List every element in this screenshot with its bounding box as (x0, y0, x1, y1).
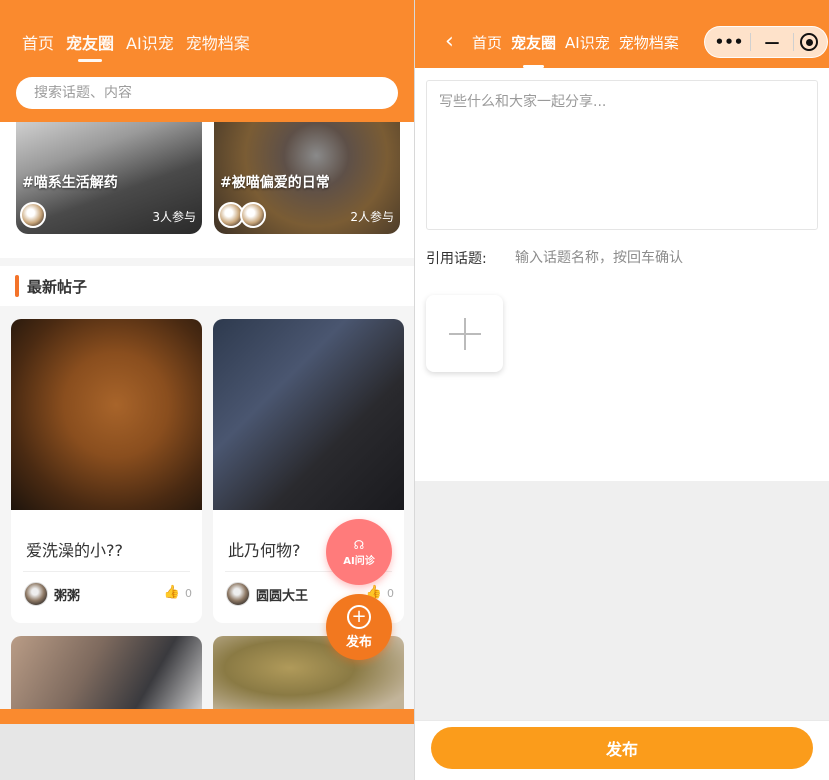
bottom-bar (0, 709, 414, 724)
back-icon[interactable]: ‹ (445, 30, 454, 54)
cite-topic-label: 引用话题: (426, 251, 487, 267)
publish-fab-label: 发布 (345, 634, 372, 650)
top-nav: 首页 宠友圈 AI识宠 宠物档案 (472, 32, 679, 68)
plus-icon (448, 317, 481, 350)
content-input[interactable] (439, 91, 805, 219)
capsule-divider (793, 33, 794, 51)
post-image (11, 319, 202, 510)
nav-ai-identify[interactable]: AI识宠 (565, 32, 610, 54)
empty-area (415, 481, 829, 721)
publish-fab[interactable]: + 发布 (326, 594, 392, 660)
plus-icon: + (347, 604, 371, 629)
search-bar[interactable] (16, 77, 398, 109)
nav-home[interactable]: 首页 (472, 32, 502, 54)
nav-pet-circle[interactable]: 宠友圈 (511, 32, 556, 68)
section-title: 最新帖子 (27, 277, 88, 296)
content-box (426, 80, 818, 230)
participant-count: 2人参与 (350, 210, 394, 224)
header: ‹ 首页 宠友圈 AI识宠 宠物档案 ••• — (415, 0, 829, 68)
author-name: 粥粥 (54, 589, 81, 604)
add-image-button[interactable] (426, 295, 503, 372)
nav-pet-records[interactable]: 宠物档案 (619, 32, 679, 54)
header: 首页 宠友圈 AI识宠 宠物档案 (0, 0, 414, 122)
topic-card[interactable]: #被喵偏爱的日常 2人参与 (214, 122, 400, 234)
bottom-bar: 发布 (415, 720, 829, 780)
section-header: 最新帖子 (0, 266, 414, 306)
publish-button[interactable]: 发布 (431, 727, 813, 769)
author-avatar (226, 582, 250, 606)
post-card[interactable] (11, 636, 202, 716)
participant-count: 3人参与 (152, 210, 196, 224)
search-input[interactable] (34, 85, 398, 101)
like-count: 0 (387, 587, 394, 600)
author-avatar (24, 582, 48, 606)
participant-avatars (218, 202, 266, 228)
capsule-divider (750, 33, 751, 51)
mini-program-capsule: ••• — (704, 26, 828, 58)
avatar (240, 202, 266, 228)
divider (23, 571, 190, 572)
nav-ai-identify[interactable]: AI识宠 (126, 32, 174, 56)
nav-pet-circle[interactable]: 宠友圈 (66, 32, 114, 62)
left-screen: 首页 宠友圈 AI识宠 宠物档案 #喵系生活解药 3人参与 #被喵偏爱的日常 2… (0, 0, 414, 780)
nav-home[interactable]: 首页 (22, 32, 54, 56)
like-icon[interactable]: 👍 (164, 585, 180, 600)
bottom-area (0, 724, 414, 780)
post-card[interactable]: 爱洗澡的小?? 粥粥 👍 0 (11, 319, 202, 623)
topic-title: #喵系生活解药 (22, 175, 118, 191)
post-title: 爱洗澡的小?? (26, 541, 123, 560)
post-image (11, 636, 202, 716)
avatar (20, 202, 46, 228)
post-image (213, 319, 404, 510)
right-screen: ‹ 首页 宠友圈 AI识宠 宠物档案 ••• — 引用话题: 发布 (415, 0, 829, 780)
like-count: 0 (185, 587, 192, 600)
section-accent (15, 275, 19, 297)
topic-card[interactable]: #喵系生活解药 3人参与 (16, 122, 202, 234)
cite-topic-input[interactable] (515, 250, 815, 266)
close-icon[interactable] (800, 33, 818, 51)
ai-consult-label: AI问诊 (343, 555, 375, 567)
ai-consult-button[interactable]: ☊ AI问诊 (326, 519, 392, 585)
headset-icon: ☊ (353, 537, 365, 552)
topic-title: #被喵偏爱的日常 (220, 175, 330, 191)
more-icon[interactable]: ••• (714, 33, 744, 51)
nav-pet-records[interactable]: 宠物档案 (186, 32, 250, 56)
minimize-icon[interactable]: — (757, 33, 787, 51)
topic-cards: #喵系生活解药 3人参与 #被喵偏爱的日常 2人参与 (0, 122, 414, 258)
author-name: 圆圆大王 (256, 589, 309, 604)
top-nav: 首页 宠友圈 AI识宠 宠物档案 (22, 32, 250, 62)
post-title: 此乃何物? (228, 541, 301, 560)
participant-avatars (20, 202, 46, 228)
